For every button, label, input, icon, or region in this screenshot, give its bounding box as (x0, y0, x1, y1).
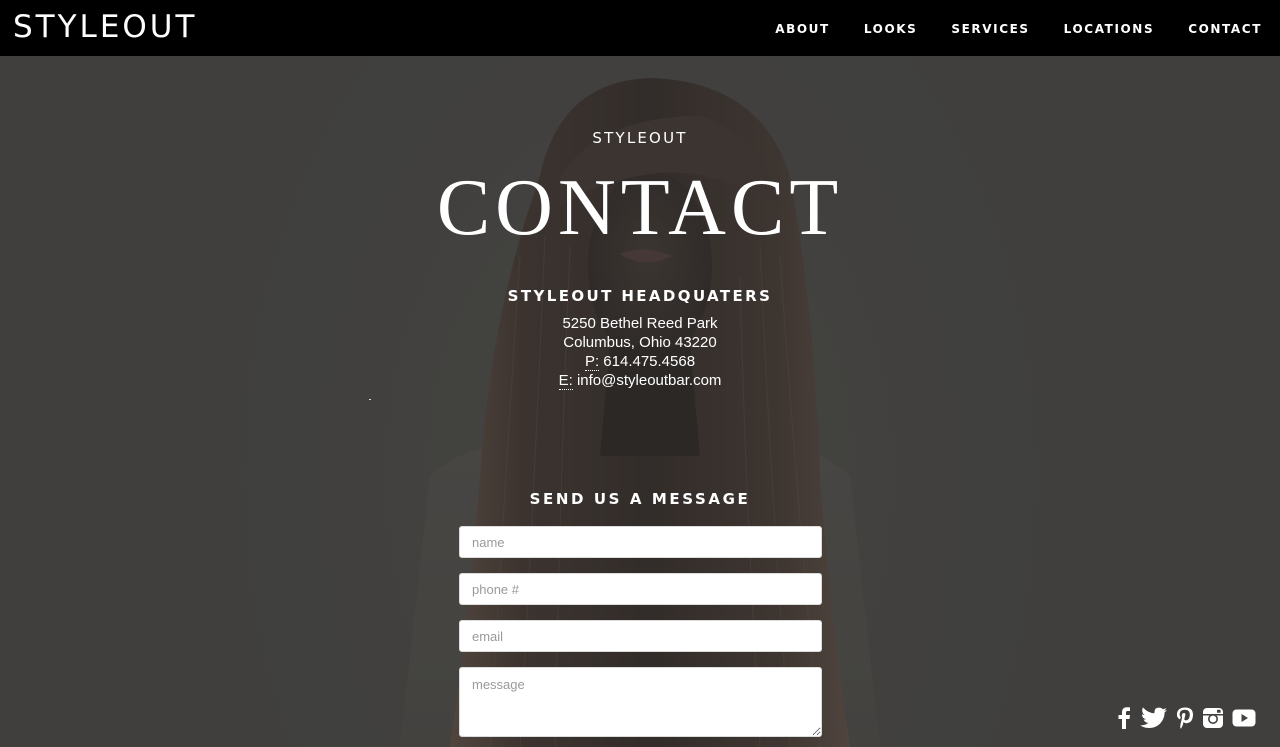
address-phone-line: P: 614.475.4568 (0, 352, 1280, 371)
twitter-icon[interactable] (1140, 707, 1168, 734)
site-header: STYLEOUT ABOUT LOOKS SERVICES LOCATIONS … (0, 0, 1280, 56)
address-email-line: E: info@styleoutbar.com (0, 371, 1280, 390)
email-field[interactable] (459, 620, 822, 652)
name-field[interactable] (459, 526, 822, 558)
message-form-heading: SEND US A MESSAGE (529, 490, 751, 508)
address-street: 5250 Bethel Reed Park (562, 315, 718, 332)
nav-contact[interactable]: CONTACT (1188, 21, 1262, 37)
nav-about[interactable]: ABOUT (775, 21, 830, 37)
email-label: E: (558, 372, 573, 390)
site-logo[interactable]: STYLEOUT (13, 8, 197, 46)
nav-locations[interactable]: LOCATIONS (1064, 21, 1155, 37)
nav-looks[interactable]: LOOKS (864, 21, 918, 37)
brand-eyebrow: STYLEOUT (592, 129, 688, 147)
nav-services[interactable]: SERVICES (951, 21, 1029, 37)
page-title: CONTACT (436, 164, 844, 252)
pinterest-icon[interactable] (1176, 707, 1194, 734)
main-nav: ABOUT LOOKS SERVICES LOCATIONS CONTACT (775, 21, 1262, 37)
stray-mark (369, 399, 371, 400)
phone-label: P: (584, 353, 600, 371)
instagram-icon[interactable] (1202, 707, 1224, 734)
message-field[interactable] (459, 667, 822, 737)
facebook-icon[interactable] (1116, 707, 1132, 734)
address-city: Columbus, Ohio 43220 (563, 334, 717, 351)
youtube-icon[interactable] (1232, 709, 1256, 732)
email-address[interactable]: info@styleoutbar.com (577, 372, 721, 389)
phone-number[interactable]: 614.475.4568 (603, 353, 695, 370)
headquarters-address: 5250 Bethel Reed Park Columbus, Ohio 432… (0, 314, 1280, 390)
phone-field[interactable] (459, 573, 822, 605)
social-links (1116, 707, 1256, 734)
headquarters-heading: STYLEOUT HEADQUATERS (507, 287, 773, 305)
